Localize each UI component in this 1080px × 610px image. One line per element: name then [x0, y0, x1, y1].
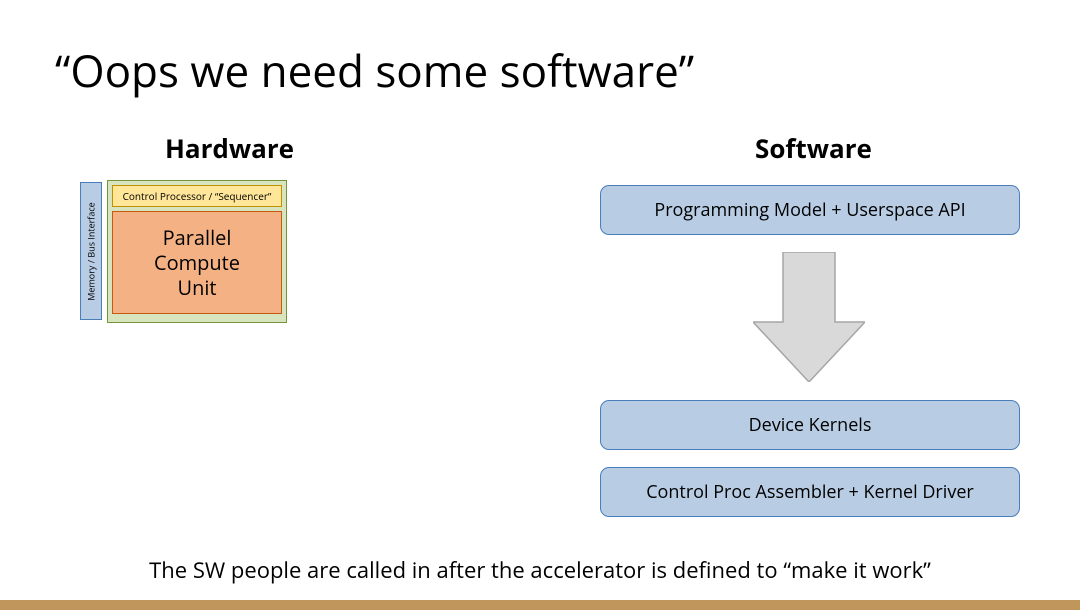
pcu-line1: Parallel	[163, 225, 232, 250]
hardware-heading: Hardware	[165, 130, 294, 166]
memory-bus-label: Memory / Bus Interface	[85, 202, 98, 300]
software-box-assembler-driver: Control Proc Assembler + Kernel Driver	[600, 467, 1020, 517]
software-box-programming-model: Programming Model + Userspace API	[600, 185, 1020, 235]
pcu-line2: Compute	[154, 250, 240, 275]
compute-container: Control Processor / “Sequencer” Parallel…	[107, 180, 287, 323]
hardware-diagram: Memory / Bus Interface Control Processor…	[80, 180, 290, 325]
parallel-compute-unit-box: Parallel Compute Unit	[112, 211, 282, 314]
software-heading: Software	[755, 130, 872, 166]
software-box-device-kernels: Device Kernels	[600, 400, 1020, 450]
footer-caption: The SW people are called in after the ac…	[0, 555, 1080, 585]
sequencer-box: Control Processor / “Sequencer”	[112, 185, 282, 207]
footer-bar	[0, 600, 1080, 610]
memory-bus-interface-box: Memory / Bus Interface	[80, 182, 102, 320]
down-arrow-icon	[753, 252, 865, 382]
pcu-line3: Unit	[177, 275, 216, 300]
slide-title: “Oops we need some software”	[55, 40, 694, 100]
